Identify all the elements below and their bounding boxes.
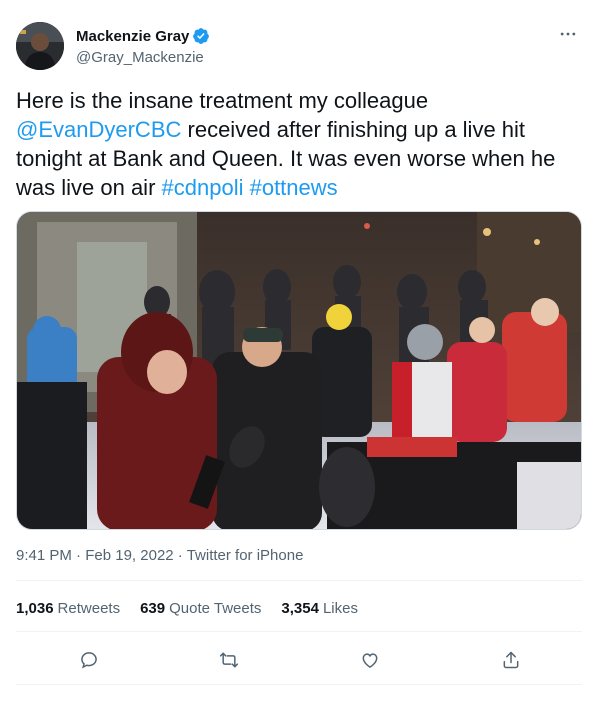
tweet-text: Here is the insane treatment my colleagu…: [16, 86, 586, 202]
divider: [16, 684, 582, 685]
retweet-icon[interactable]: [215, 646, 243, 674]
tweet-meta: 9:41 PM · Feb 19, 2022 · Twitter for iPh…: [16, 547, 303, 564]
tweet-header: Mackenzie Gray @Gray_Mackenzie: [16, 22, 582, 74]
quote-tweets-stat[interactable]: 639 Quote Tweets: [140, 600, 261, 620]
tweet-text-part: Here is the insane treatment my colleagu…: [16, 88, 429, 113]
retweets-count: 1,036: [16, 600, 54, 617]
hashtag-link[interactable]: #cdnpoli: [162, 175, 244, 200]
avatar[interactable]: [16, 22, 64, 70]
retweets-label: Retweets: [57, 600, 121, 617]
tweet-time[interactable]: 9:41 PM: [16, 547, 72, 564]
meta-separator: ·: [71, 547, 86, 564]
hashtag-link[interactable]: #ottnews: [250, 175, 338, 200]
divider: [16, 631, 582, 632]
mention-link[interactable]: @EvanDyerCBC: [16, 117, 181, 142]
meta-separator: ·: [173, 547, 187, 564]
retweets-stat[interactable]: 1,036 Retweets: [16, 600, 120, 620]
more-icon[interactable]: [554, 24, 582, 44]
quotes-count: 639: [140, 600, 166, 617]
verified-badge-icon: [193, 28, 210, 44]
share-icon[interactable]: [497, 646, 525, 674]
author-display-name[interactable]: Mackenzie Gray: [76, 28, 189, 45]
video-frame: [17, 212, 581, 529]
likes-count: 3,354: [281, 600, 319, 617]
tweet-video[interactable]: [16, 211, 582, 530]
author-handle[interactable]: @Gray_Mackenzie: [76, 49, 204, 66]
tweet-date[interactable]: Feb 19, 2022: [85, 547, 173, 564]
heart-icon[interactable]: [356, 646, 384, 674]
likes-stat[interactable]: 3,354 Likes: [281, 600, 358, 620]
quotes-label: Quote Tweets: [169, 600, 262, 617]
reply-icon[interactable]: [75, 646, 103, 674]
name-row: Mackenzie Gray: [76, 27, 210, 45]
tweet-source[interactable]: Twitter for iPhone: [187, 547, 304, 564]
tweet-stats: 1,036 Retweets 639 Quote Tweets 3,354 Likes: [16, 600, 378, 620]
tweet-actions: [16, 646, 582, 674]
divider: [16, 580, 582, 581]
likes-label: Likes: [322, 600, 358, 617]
